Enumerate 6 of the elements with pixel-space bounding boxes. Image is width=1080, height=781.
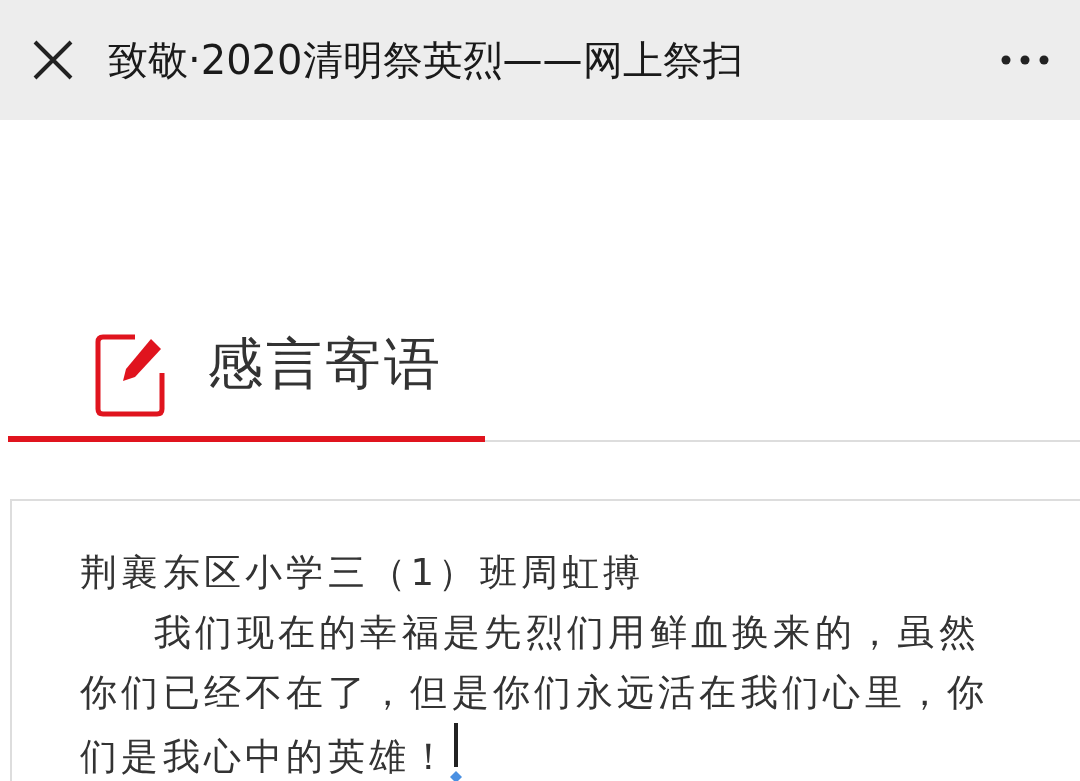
page-title: 致敬·2020清明祭英烈——网上祭扫: [108, 35, 744, 85]
close-icon[interactable]: [32, 39, 74, 81]
more-icon[interactable]: [1000, 54, 1050, 66]
section-title: 感言寄语: [207, 330, 443, 398]
edit-icon: [95, 333, 167, 417]
message-field[interactable]: 荆襄东区小学三（1）班周虹搏 我们现在的幸福是先烈们用鲜血换来的，虽然你们已经不在了，但是你们永远活在我们心里，你们是我心中的英雄！: [10, 499, 1080, 781]
